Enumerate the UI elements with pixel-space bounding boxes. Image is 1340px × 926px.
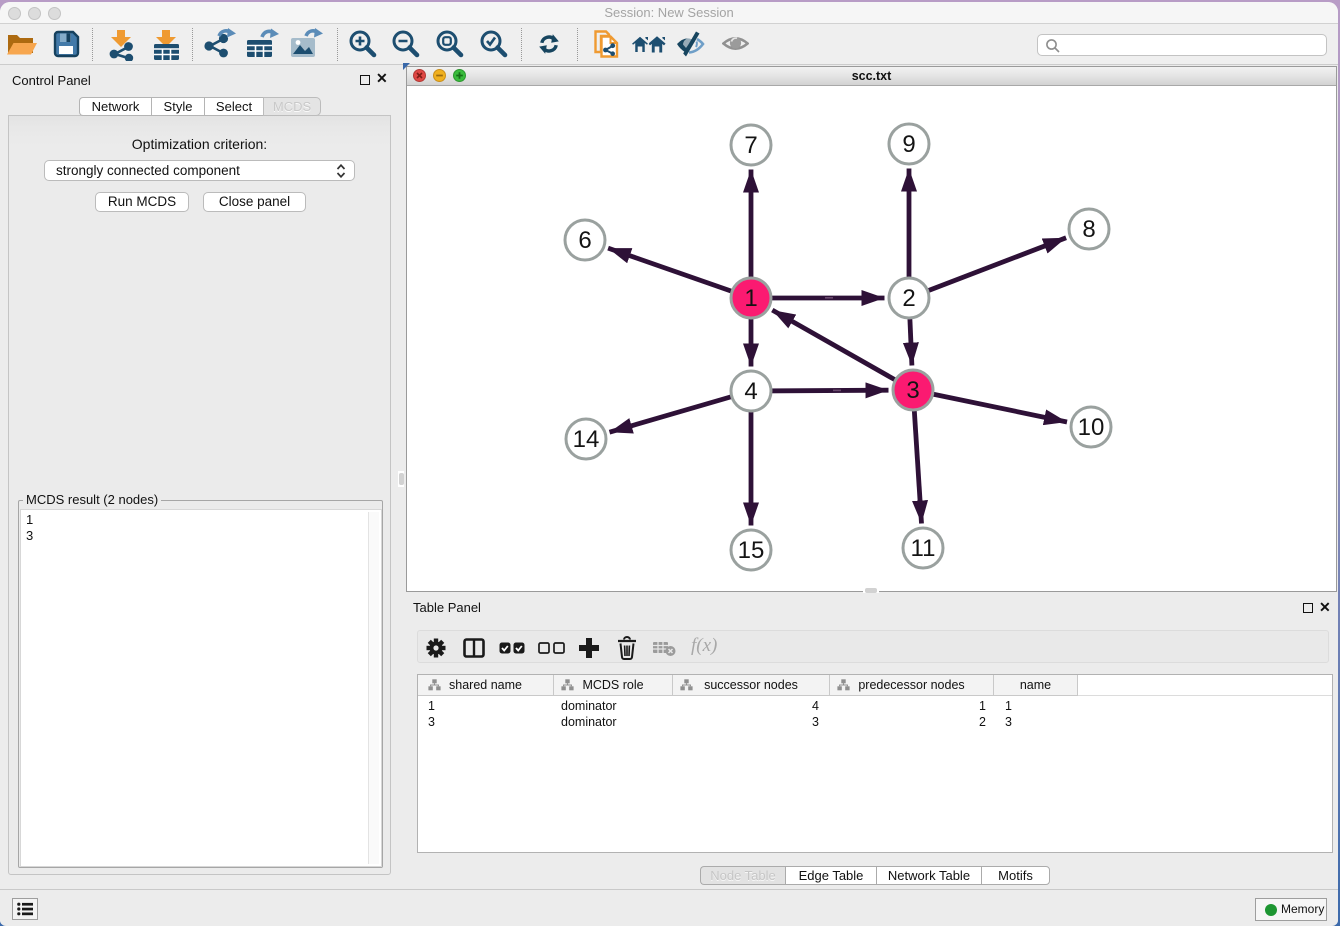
svg-text:11: 11 [911,535,936,562]
svg-text:3: 3 [906,377,919,404]
svg-text:1: 1 [744,285,757,312]
svg-text:2: 2 [902,285,915,312]
svg-text:14: 14 [573,426,600,453]
svg-text:10: 10 [1078,414,1105,441]
svg-text:6: 6 [578,227,591,254]
svg-text:7: 7 [744,132,757,159]
svg-text:4: 4 [744,378,757,405]
svg-text:9: 9 [902,131,915,158]
svg-text:8: 8 [1082,216,1095,243]
svg-text:15: 15 [738,537,765,564]
